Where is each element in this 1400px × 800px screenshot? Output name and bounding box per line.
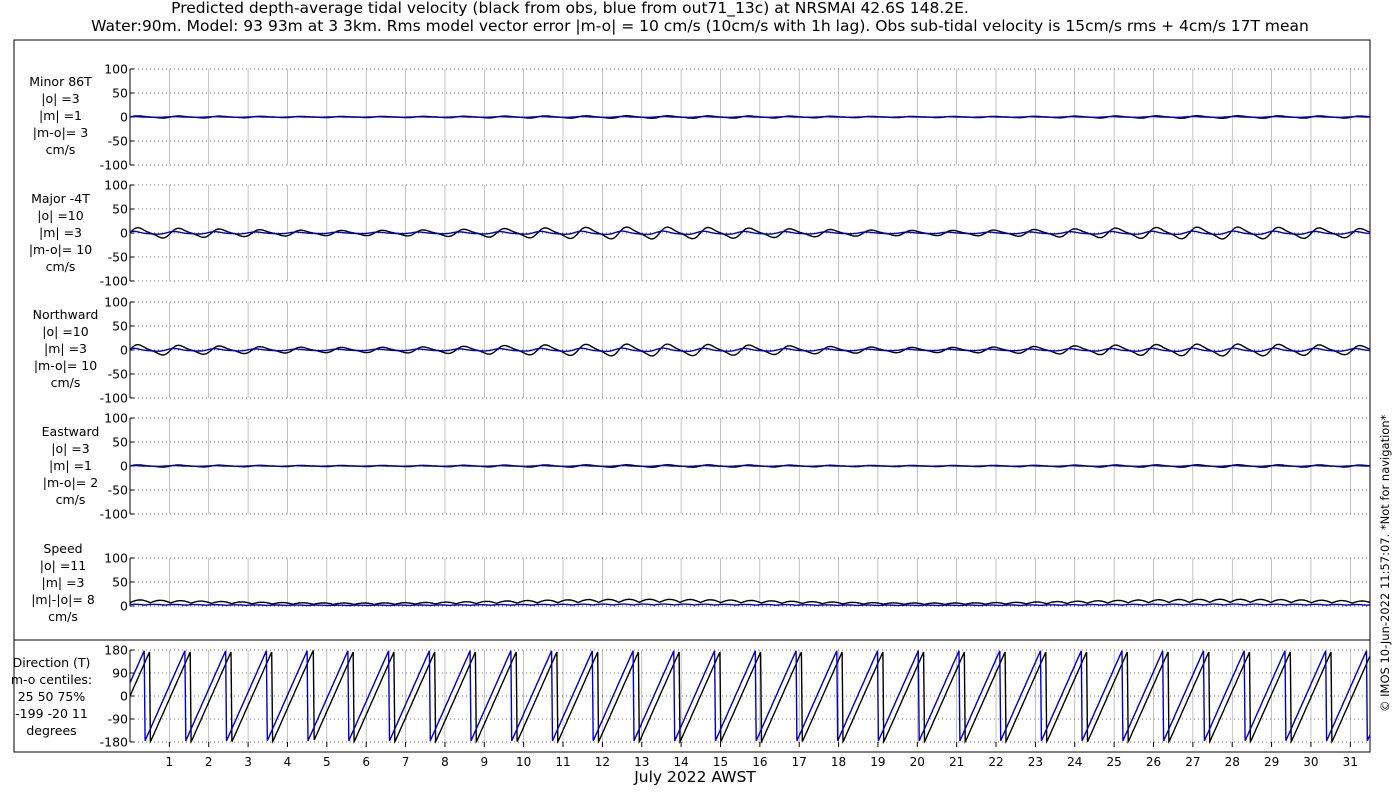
minor-series-model bbox=[129, 115, 1370, 118]
major-ytick-label: 50 bbox=[112, 202, 128, 217]
x-tick-label: 6 bbox=[362, 755, 370, 769]
east-ytick-label: -100 bbox=[100, 507, 128, 522]
x-tick-label: 28 bbox=[1225, 755, 1240, 769]
x-tick-label: 30 bbox=[1303, 755, 1318, 769]
major-label-line: Major -4T bbox=[31, 191, 90, 206]
north-label-line: |o| =10 bbox=[42, 324, 89, 339]
direction-ytick-label: 90 bbox=[112, 666, 128, 681]
tidal-velocity-figure: 100500-50-100100500-50-100100500-50-1001… bbox=[13, 39, 1371, 769]
direction-panel-label: Direction (T) m-o centiles: 25 50 75% -1… bbox=[4, 654, 99, 739]
direction-ytick-label: -180 bbox=[100, 735, 128, 750]
east-panel-label: Eastward |o| =3 |m| =1 |m-o|= 2 cm/s bbox=[8, 423, 133, 508]
speed-label-line: |o| =11 bbox=[39, 558, 87, 573]
major-ytick-label: -100 bbox=[100, 274, 128, 289]
direction-ytick-label: 180 bbox=[104, 643, 128, 658]
north-label-line: |m| =3 bbox=[44, 341, 87, 356]
minor-label-line: |m| =1 bbox=[39, 108, 82, 123]
north-panel-label: Northward |o| =10 |m| =3 |m-o|= 10 cm/s bbox=[8, 306, 123, 391]
east-label-line: |m-o|= 2 bbox=[42, 475, 99, 490]
speed-series-obs bbox=[129, 598, 1371, 606]
major-panel-label: Major -4T |o| =10 |m| =3 |m-o|= 10 cm/s bbox=[8, 190, 113, 275]
major-label-line: |o| =10 bbox=[37, 208, 84, 223]
east-label-line: Eastward bbox=[41, 424, 100, 439]
x-tick-label: 12 bbox=[595, 755, 610, 769]
east-series-model bbox=[129, 464, 1370, 467]
x-tick-label: 21 bbox=[949, 755, 964, 769]
north-label-line: cm/s bbox=[50, 375, 81, 390]
dir-label-line: m-o centiles: bbox=[10, 672, 93, 687]
copyright-credit: © IMOS 10-Jun-2022 11:57:07. *Not for na… bbox=[1378, 414, 1392, 712]
major-series-model bbox=[129, 230, 1371, 236]
x-tick-label: 16 bbox=[752, 755, 767, 769]
minor-ytick-label: -100 bbox=[100, 158, 128, 173]
x-tick-label: 1 bbox=[166, 755, 174, 769]
east-label-line: |o| =3 bbox=[51, 441, 90, 456]
x-tick-label: 19 bbox=[870, 755, 885, 769]
north-series-model bbox=[129, 347, 1371, 353]
dir-label-line: 25 50 75% bbox=[17, 689, 86, 704]
x-tick-label: 31 bbox=[1343, 755, 1358, 769]
x-tick-label: 5 bbox=[323, 755, 331, 769]
x-tick-label: 17 bbox=[792, 755, 807, 769]
x-tick-label: 7 bbox=[402, 755, 410, 769]
x-tick-label: 23 bbox=[1028, 755, 1043, 769]
minor-label-line: cm/s bbox=[45, 142, 76, 157]
major-label-line: |m| =3 bbox=[39, 225, 82, 240]
minor-ytick-label: 50 bbox=[112, 86, 128, 101]
minor-label-line: |m-o|= 3 bbox=[32, 125, 89, 140]
dir-label-line: Direction (T) bbox=[12, 655, 91, 670]
upper-frame bbox=[13, 39, 1371, 641]
x-tick-label: 24 bbox=[1067, 755, 1082, 769]
x-tick-label: 10 bbox=[516, 755, 531, 769]
x-tick-label: 20 bbox=[910, 755, 925, 769]
x-tick-label: 13 bbox=[634, 755, 649, 769]
speed-ytick-label: 0 bbox=[120, 599, 128, 614]
speed-label-line: cm/s bbox=[48, 609, 78, 624]
north-label-line: Northward bbox=[32, 307, 99, 322]
speed-label-line: |m| =3 bbox=[41, 575, 85, 590]
major-ytick-label: 0 bbox=[120, 226, 128, 241]
x-tick-label: 25 bbox=[1106, 755, 1121, 769]
north-ytick-label: -100 bbox=[100, 391, 128, 406]
direction-ytick-label: 0 bbox=[120, 689, 128, 704]
major-label-line: cm/s bbox=[45, 259, 76, 274]
x-tick-label: 15 bbox=[713, 755, 728, 769]
x-axis-label: July 2022 AWST bbox=[634, 768, 756, 786]
speed-label-line: |m|-|o|= 8 bbox=[31, 592, 95, 607]
x-tick-label: 26 bbox=[1146, 755, 1161, 769]
minor-ytick-label: 0 bbox=[120, 110, 128, 125]
x-tick-label: 29 bbox=[1264, 755, 1279, 769]
north-label-line: |m-o|= 10 bbox=[33, 358, 98, 373]
minor-label-line: Minor 86T bbox=[29, 74, 92, 89]
east-label-line: cm/s bbox=[55, 492, 86, 507]
dir-label-line: degrees bbox=[26, 723, 77, 738]
minor-label-line: |o| =3 bbox=[41, 91, 80, 106]
direction-ytick-label: -90 bbox=[108, 712, 128, 727]
x-tick-label: 27 bbox=[1185, 755, 1200, 769]
x-tick-label: 2 bbox=[205, 755, 213, 769]
x-tick-label: 22 bbox=[988, 755, 1003, 769]
x-tick-label: 14 bbox=[673, 755, 688, 769]
x-tick-label: 9 bbox=[480, 755, 488, 769]
dir-label-line: -199 -20 11 bbox=[15, 706, 88, 721]
minor-panel-label: Minor 86T |o| =3 |m| =1 |m-o|= 3 cm/s bbox=[8, 73, 113, 158]
major-label-line: |m-o|= 10 bbox=[28, 242, 93, 257]
x-tick-label: 11 bbox=[555, 755, 570, 769]
x-tick-label: 3 bbox=[244, 755, 252, 769]
x-tick-label: 18 bbox=[831, 755, 846, 769]
x-tick-label: 8 bbox=[441, 755, 449, 769]
x-tick-label: 4 bbox=[284, 755, 292, 769]
speed-label-line: Speed bbox=[43, 541, 83, 556]
speed-panel-label: Speed |o| =11 |m| =3 |m|-|o|= 8 cm/s bbox=[8, 540, 118, 625]
east-label-line: |m| =1 bbox=[49, 458, 92, 473]
